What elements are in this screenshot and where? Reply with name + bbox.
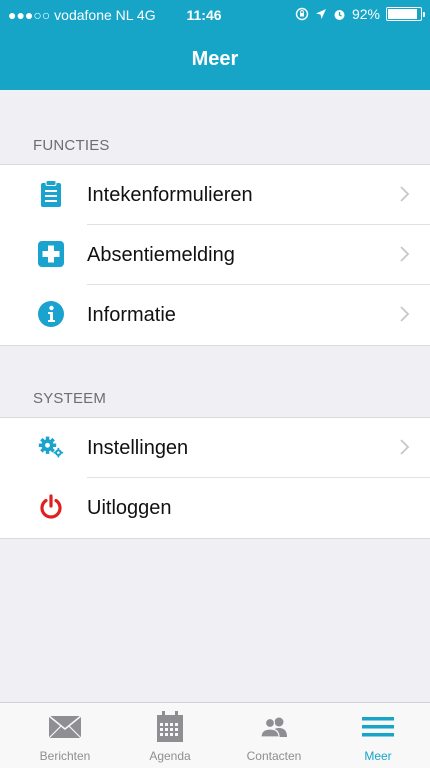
tab-contacten[interactable]: Contacten [224,711,324,763]
menu-icon [362,717,394,737]
chevron-right-icon [400,306,410,322]
medical-cross-icon [38,241,64,267]
orientation-lock-icon [295,7,309,21]
location-arrow-icon [315,9,326,19]
tab-label: Berichten [39,749,91,763]
envelope-icon [48,715,82,739]
calendar-icon [157,711,183,742]
top-bar: ●●●○○ vodafone NL 4G 11:46 92% Meer [0,0,430,90]
power-icon [38,494,64,520]
tab-meer[interactable]: Meer [328,711,428,763]
tab-label: Meer [364,749,392,763]
section-title-systeem: SYSTEEM [33,390,107,407]
functies-group: Intekenformulieren Absentiemelding Infor… [0,164,430,346]
section-title-functies: FUNCTIES [33,137,110,154]
menu-item-informatie[interactable]: Informatie [0,285,430,345]
menu-item-label: Instellingen [87,437,189,459]
systeem-group: Instellingen Uitloggen [0,417,430,539]
menu-item-uitloggen[interactable]: Uitloggen [0,478,430,538]
menu-item-intekenformulieren[interactable]: Intekenformulieren [0,165,430,225]
menu-item-label: Absentiemelding [87,244,235,266]
menu-item-label: Intekenformulieren [87,184,253,206]
tab-label: Agenda [149,749,191,763]
contacts-icon [260,717,287,738]
menu-item-instellingen[interactable]: Instellingen [0,418,430,478]
menu-item-absentiemelding[interactable]: Absentiemelding [0,225,430,285]
menu-item-label: Informatie [87,304,176,326]
status-time: 11:46 [186,7,222,23]
tab-berichten[interactable]: Berichten [15,711,115,763]
battery-percentage: 92% [351,6,380,22]
clipboard-icon [38,180,64,207]
page-title: Meer [191,48,239,70]
menu-item-label: Uitloggen [87,497,172,519]
carrier-label: ●●●○○ vodafone NL 4G [8,7,156,23]
battery-fill [388,9,418,19]
chevron-right-icon [400,439,410,455]
info-icon [38,301,64,327]
gears-icon [38,434,64,460]
tab-agenda[interactable]: Agenda [120,711,220,763]
battery-icon [386,7,425,21]
chevron-right-icon [400,186,410,202]
status-right: 92% [295,6,425,22]
tab-label: Contacten [246,749,302,763]
chevron-right-icon [400,246,410,262]
status-bar: ●●●○○ vodafone NL 4G 11:46 92% [0,0,430,30]
tab-bar: Berichten Agenda Contacten Meer [0,702,430,768]
alarm-icon [334,9,345,20]
